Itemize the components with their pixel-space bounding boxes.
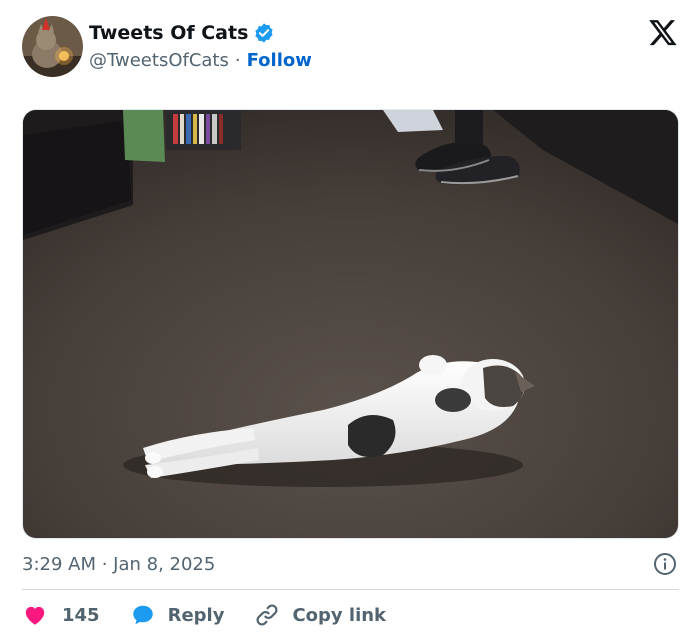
info-icon[interactable] [653, 552, 677, 576]
divider [22, 589, 679, 590]
author-handle[interactable]: @TweetsOfCats [89, 50, 229, 71]
like-count: 145 [62, 604, 100, 626]
tweet-media-photo[interactable] [22, 109, 679, 539]
tweet-timestamp[interactable]: 3:29 AM · Jan 8, 2025 [22, 552, 215, 576]
tweet-card: Tweets Of Cats @TweetsOfCats · Follow 3:… [0, 0, 700, 642]
author-handle-row: @TweetsOfCats · Follow [89, 48, 312, 72]
like-button[interactable]: 145 [22, 602, 100, 628]
link-icon [256, 604, 278, 626]
x-logo-icon[interactable] [648, 17, 678, 47]
verified-badge-icon [253, 22, 275, 44]
author-display-name[interactable]: Tweets Of Cats [89, 22, 248, 44]
heart-icon [25, 606, 45, 625]
copy-link-label: Copy link [292, 604, 387, 626]
copy-link-button[interactable]: Copy link [254, 602, 386, 628]
follow-button[interactable]: Follow [247, 50, 312, 71]
action-bar: 145 Reply Copy link [22, 601, 416, 629]
reply-label: Reply [167, 604, 225, 626]
avatar[interactable] [22, 16, 83, 77]
separator: · [234, 49, 241, 71]
reply-button[interactable]: Reply [130, 602, 225, 628]
author-name-row: Tweets Of Cats [89, 20, 275, 46]
speech-bubble-icon [132, 605, 153, 625]
